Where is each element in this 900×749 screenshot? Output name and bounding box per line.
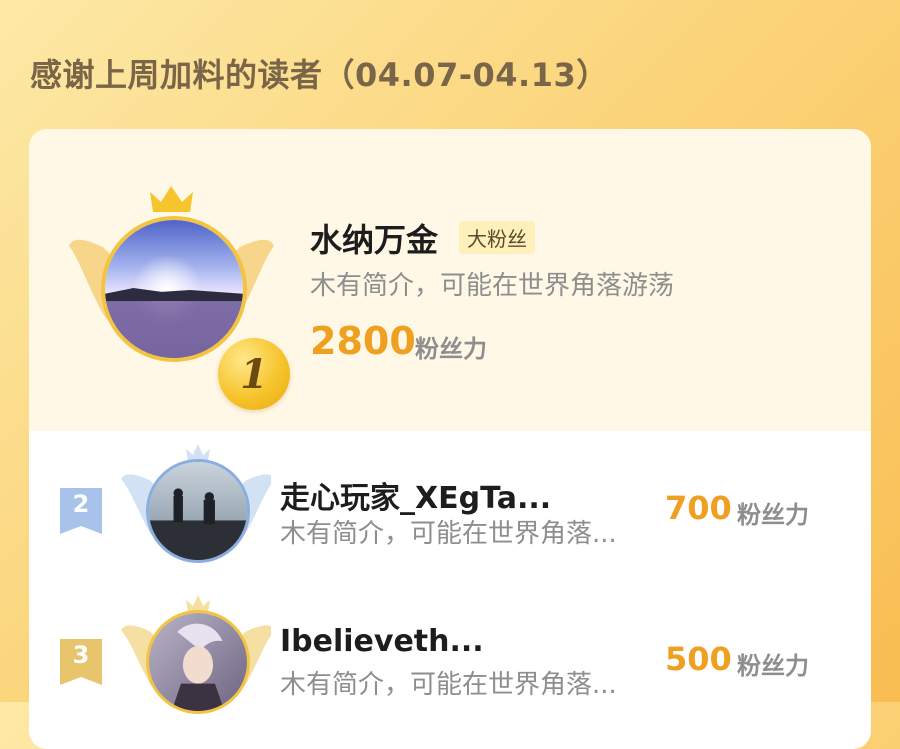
rank-2-score: 700 [665,489,732,527]
rank-1-name[interactable]: 水纳万金 [310,215,438,261]
anime-character-image-icon [149,613,247,711]
rank-1-avatar[interactable] [101,216,247,362]
rank-3-avatar[interactable] [146,610,250,714]
rank-2-number: 2 [72,490,90,518]
rank-2-row[interactable]: 2 走心玩家_XEgTa... 木有简介，可能在世界角落... 700 粉丝力 [29,431,871,581]
rank-2-score-unit: 粉丝力 [737,501,809,529]
crown-icon [150,186,193,212]
rank-1-score: 2800 [310,319,416,363]
rank-2-name[interactable]: 走心玩家_XEgTa... [280,473,551,517]
rank-3-score: 500 [665,640,732,678]
sunset-sea-image-icon [105,220,243,358]
rank-3-avatar-frame [121,592,271,742]
rank-3-row[interactable]: 3 Ibelieveth... 木有简介，可能在世界角落... 500 粉丝力 [29,582,871,732]
rank-1-badge: 1 [218,338,290,410]
rank-1-avatar-frame: 1 [69,184,290,410]
rank-2-avatar-frame [121,441,271,591]
rank-1-row[interactable]: 1 水纳万金 大粉丝 木有简介，可能在世界角落游荡 2800 粉丝力 [29,129,871,431]
fan-level-badge: 大粉丝 [459,221,535,254]
rank-1-score-unit: 粉丝力 [415,335,487,363]
rank-1-bio: 木有简介，可能在世界角落游荡 [310,271,675,301]
rank-3-number: 3 [72,641,90,669]
rank-3-bio: 木有简介，可能在世界角落... [280,670,617,700]
rank-2-bio: 木有简介，可能在世界角落... [280,519,617,549]
leaderboard-card: 1 水纳万金 大粉丝 木有简介，可能在世界角落游荡 2800 粉丝力 2 走心玩… [29,129,871,749]
rank-3-name[interactable]: Ibelieveth... [280,624,484,659]
rank-2-avatar[interactable] [146,459,250,563]
rank-3-score-unit: 粉丝力 [737,652,809,680]
page-title: 感谢上周加料的读者（04.07-04.13） [30,56,609,94]
seaside-people-image-icon [149,462,247,560]
